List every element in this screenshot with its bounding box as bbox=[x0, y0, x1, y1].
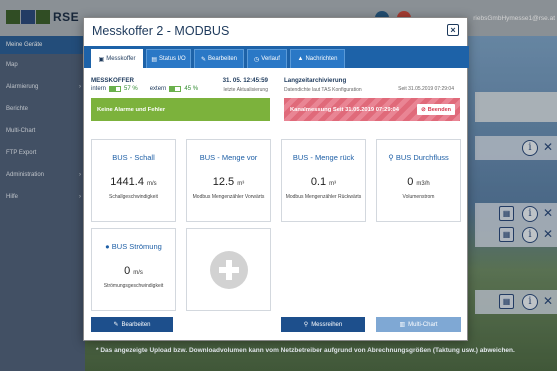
device-modal: Messkoffer 2 - MODBUS × ▣ Messkoffer ▤ S… bbox=[83, 17, 469, 341]
card-value: 12.5 m³ bbox=[212, 176, 245, 188]
channel-measure-text: Kanalmessung Seit 31.05.2019 07:29:04 bbox=[290, 106, 399, 113]
card-title: ⚲ BUS Durchfluss bbox=[388, 153, 449, 162]
card-value: 0 m3/h bbox=[407, 176, 430, 188]
edit-icon: ✎ bbox=[200, 56, 206, 63]
card-title: BUS - Menge vor bbox=[199, 153, 258, 162]
card-desc: Volumenstrom bbox=[402, 194, 435, 200]
archive-since: Seit 31.05.2019 07:29:04 bbox=[398, 86, 454, 92]
tab-nachrichten[interactable]: ▲ Nachrichten bbox=[290, 49, 345, 68]
status-icon: ▤ bbox=[151, 56, 157, 63]
archive-info: Langzeitarchivierung Datendichte laut TA… bbox=[284, 77, 462, 93]
intern-battery-icon bbox=[109, 86, 122, 92]
history-icon: ◷ bbox=[254, 56, 260, 63]
status-ok-banner: Keine Alarme und Fehler bbox=[91, 98, 270, 121]
card-desc: Strömungsgeschwindigkeit bbox=[103, 283, 164, 289]
archive-title: Langzeitarchivierung bbox=[284, 77, 347, 84]
close-button[interactable]: × bbox=[447, 24, 459, 36]
card-value: 1441.4 m/s bbox=[110, 176, 157, 188]
edit-button[interactable]: ✎ Bearbeiten bbox=[91, 317, 173, 332]
modal-title: Messkoffer 2 - MODBUS bbox=[92, 24, 230, 38]
device-info: MESSKOFFER 31. 05. 12:45:59 letzte Aktua… bbox=[91, 77, 276, 93]
tab-bearbeiten[interactable]: ✎ Bearbeiten bbox=[194, 49, 244, 68]
extern-pct: 45 % bbox=[184, 86, 199, 92]
card-bus-stroemung[interactable]: ● BUS Strömung 0 m/s Strömungsgeschwindi… bbox=[91, 228, 176, 311]
tab-status-io[interactable]: ▤ Status I/O bbox=[146, 49, 191, 68]
card-desc: Modbus Mengenzähler Vorwärts bbox=[192, 194, 265, 200]
extern-label: extern bbox=[149, 86, 167, 92]
tab-verlauf[interactable]: ◷ Verlauf bbox=[247, 49, 287, 68]
briefcase-icon: ▣ bbox=[98, 56, 105, 63]
footnote: * Das angezeigte Upload bzw. Downloadvol… bbox=[96, 347, 515, 354]
multichart-button[interactable]: ▥ Multi-Chart bbox=[376, 317, 461, 332]
tap-icon: ⚲ bbox=[388, 153, 394, 162]
extern-battery-icon bbox=[169, 86, 182, 92]
search-icon: ⚲ bbox=[303, 322, 309, 328]
card-bus-schall[interactable]: BUS - Schall 1441.4 m/s Schallgeschwindi… bbox=[91, 139, 176, 222]
chart-icon: ▥ bbox=[399, 322, 406, 328]
last-update-label: letzte Aktualisierung bbox=[223, 87, 268, 93]
warning-icon: ▲ bbox=[297, 56, 304, 62]
card-desc: Schallgeschwindigkeit bbox=[109, 194, 158, 200]
tab-messkoffer[interactable]: ▣ Messkoffer bbox=[91, 49, 143, 68]
edit-icon: ✎ bbox=[113, 322, 119, 328]
card-bus-durchfluss[interactable]: ⚲ BUS Durchfluss 0 m3/h Volumenstrom bbox=[376, 139, 461, 222]
modal-header: Messkoffer 2 - MODBUS × bbox=[84, 18, 467, 42]
tab-bar: ▣ Messkoffer ▤ Status I/O ✎ Bearbeiten ◷… bbox=[84, 46, 469, 68]
stop-icon: ⊘ bbox=[421, 106, 426, 113]
last-update-time: 31. 05. 12:45:59 bbox=[222, 77, 268, 84]
card-title: BUS - Menge rück bbox=[292, 153, 355, 162]
card-bus-menge-rueck[interactable]: BUS - Menge rück 0.1 m³ Modbus Mengenzäh… bbox=[281, 139, 366, 222]
plus-icon bbox=[210, 251, 248, 289]
add-card-button[interactable] bbox=[186, 228, 271, 311]
channel-measure-banner: Kanalmessung Seit 31.05.2019 07:29:04 ⊘ … bbox=[284, 98, 460, 121]
card-title: ● BUS Strömung bbox=[105, 242, 162, 251]
card-value: 0 m/s bbox=[124, 265, 143, 277]
drop-icon: ● bbox=[105, 242, 110, 251]
card-title: BUS - Schall bbox=[112, 153, 155, 162]
card-desc: Modbus Mengenzähler Rückwärts bbox=[285, 194, 362, 200]
measurement-series-button[interactable]: ⚲ Messreihen bbox=[281, 317, 365, 332]
end-button[interactable]: ⊘ Beenden bbox=[417, 104, 455, 115]
card-bus-menge-vor[interactable]: BUS - Menge vor 12.5 m³ Modbus Mengenzäh… bbox=[186, 139, 271, 222]
intern-pct: 57 % bbox=[124, 86, 138, 92]
card-value: 0.1 m³ bbox=[310, 176, 337, 188]
intern-label: intern bbox=[91, 86, 107, 92]
